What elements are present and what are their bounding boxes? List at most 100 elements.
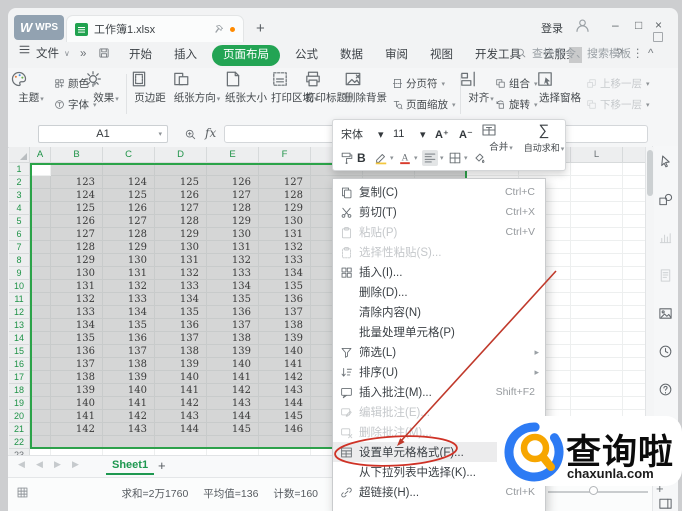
cell-F19[interactable]: 144 bbox=[259, 397, 311, 410]
pointer-icon[interactable] bbox=[658, 154, 673, 169]
theme-button[interactable]: 主题▾ bbox=[10, 70, 52, 120]
font-name-select[interactable]: 宋体 bbox=[341, 123, 363, 145]
cell-C11[interactable]: 133 bbox=[103, 293, 155, 306]
cell-D10[interactable]: 133 bbox=[155, 280, 207, 293]
login-button[interactable]: 登录 bbox=[541, 20, 563, 36]
cell-A16[interactable] bbox=[30, 358, 51, 371]
cell-A4[interactable] bbox=[30, 202, 51, 215]
cell-E13[interactable]: 137 bbox=[207, 319, 259, 332]
cell-L2[interactable] bbox=[571, 176, 623, 189]
cell-F12[interactable]: 137 bbox=[259, 306, 311, 319]
cell-M10[interactable] bbox=[623, 280, 645, 293]
menu-item-复制(C)[interactable]: 复制(C)Ctrl+C bbox=[333, 182, 545, 202]
cell-C5[interactable]: 127 bbox=[103, 215, 155, 228]
cell-D3[interactable]: 126 bbox=[155, 189, 207, 202]
menu-item-删除(D)...[interactable]: 删除(D)... bbox=[333, 282, 545, 302]
font-name-caret-icon[interactable]: ▾ bbox=[378, 123, 384, 145]
cell-E14[interactable]: 138 bbox=[207, 332, 259, 345]
cell-D16[interactable]: 139 bbox=[155, 358, 207, 371]
zoom-slider[interactable] bbox=[548, 491, 648, 493]
cell-E3[interactable]: 127 bbox=[207, 189, 259, 202]
shrink-font-button[interactable]: A⁻ bbox=[459, 123, 473, 145]
paper-size-button[interactable]: 纸张大小 bbox=[224, 70, 268, 120]
row-header-7[interactable]: 7 bbox=[9, 241, 30, 254]
cell-B8[interactable]: 129 bbox=[51, 254, 103, 267]
cell-A21[interactable] bbox=[30, 423, 51, 436]
font-color-icon[interactable]: A bbox=[397, 147, 413, 169]
page-scale-button[interactable]: 页面缩放▾ bbox=[392, 96, 456, 113]
cell-D12[interactable]: 135 bbox=[155, 306, 207, 319]
cell-B10[interactable]: 131 bbox=[51, 280, 103, 293]
cell-D19[interactable]: 142 bbox=[155, 397, 207, 410]
cell-D14[interactable]: 137 bbox=[155, 332, 207, 345]
cell-B21[interactable]: 142 bbox=[51, 423, 103, 436]
cell-D18[interactable]: 141 bbox=[155, 384, 207, 397]
menu-item-批量处理单元格(P)[interactable]: 批量处理单元格(P) bbox=[333, 322, 545, 342]
cell-C10[interactable]: 132 bbox=[103, 280, 155, 293]
menu-item-筛选(L)[interactable]: 筛选(L)▸ bbox=[333, 342, 545, 362]
row-header-19[interactable]: 19 bbox=[9, 397, 30, 410]
cell-C1[interactable] bbox=[103, 163, 155, 176]
autosum-button[interactable]: ∑ 自动求和▾ bbox=[523, 122, 565, 168]
cell-D5[interactable]: 128 bbox=[155, 215, 207, 228]
cell-M9[interactable] bbox=[623, 267, 645, 280]
cell-C23[interactable] bbox=[103, 449, 155, 455]
more-options-kebab-icon[interactable]: ⋮ bbox=[632, 42, 644, 66]
cell-F5[interactable]: 130 bbox=[259, 215, 311, 228]
cell-F22[interactable] bbox=[259, 436, 311, 449]
menu-item-排序(U)[interactable]: 排序(U)▸ bbox=[333, 362, 545, 382]
column-header-M[interactable]: M bbox=[623, 147, 645, 163]
cell-B2[interactable]: 123 bbox=[51, 176, 103, 189]
first-sheet-icon[interactable]: ◀ bbox=[18, 459, 32, 470]
cell-F14[interactable]: 139 bbox=[259, 332, 311, 345]
column-header-E[interactable]: E bbox=[207, 147, 259, 163]
cell-D1[interactable] bbox=[155, 163, 207, 176]
cell-D22[interactable] bbox=[155, 436, 207, 449]
cell-E2[interactable]: 126 bbox=[207, 176, 259, 189]
cell-C18[interactable]: 140 bbox=[103, 384, 155, 397]
cell-B16[interactable]: 137 bbox=[51, 358, 103, 371]
cell-L6[interactable] bbox=[571, 228, 623, 241]
cell-A11[interactable] bbox=[30, 293, 51, 306]
column-header-B[interactable]: B bbox=[51, 147, 103, 163]
cell-D2[interactable]: 125 bbox=[155, 176, 207, 189]
cell-B15[interactable]: 136 bbox=[51, 345, 103, 358]
zoom-formula-icon[interactable] bbox=[184, 128, 197, 141]
borders-caret-icon[interactable]: ▾ bbox=[464, 147, 468, 169]
cell-A2[interactable] bbox=[30, 176, 51, 189]
row-header-5[interactable]: 5 bbox=[9, 215, 30, 228]
cell-B12[interactable]: 133 bbox=[51, 306, 103, 319]
cell-E10[interactable]: 134 bbox=[207, 280, 259, 293]
cell-E9[interactable]: 133 bbox=[207, 267, 259, 280]
alignment-icon[interactable] bbox=[421, 147, 439, 169]
column-header-F[interactable]: F bbox=[259, 147, 311, 163]
cell-F15[interactable]: 140 bbox=[259, 345, 311, 358]
cell-A7[interactable] bbox=[30, 241, 51, 254]
cell-F20[interactable]: 145 bbox=[259, 410, 311, 423]
cell-D8[interactable]: 131 bbox=[155, 254, 207, 267]
cell-M11[interactable] bbox=[623, 293, 645, 306]
alignment-caret-icon[interactable]: ▾ bbox=[440, 147, 444, 169]
cell-F23[interactable] bbox=[259, 449, 311, 455]
row-header-8[interactable]: 8 bbox=[9, 254, 30, 267]
cell-B5[interactable]: 126 bbox=[51, 215, 103, 228]
merge-cells-button[interactable]: 合并▾ bbox=[481, 122, 521, 168]
cell-F13[interactable]: 138 bbox=[259, 319, 311, 332]
font-size-select[interactable]: 11 bbox=[393, 123, 404, 145]
cell-F18[interactable]: 143 bbox=[259, 384, 311, 397]
menu-item-插入批注(M)...[interactable]: 插入批注(M)...Shift+F2 bbox=[333, 382, 545, 402]
cell-L7[interactable] bbox=[571, 241, 623, 254]
cell-B13[interactable]: 134 bbox=[51, 319, 103, 332]
cell-L5[interactable] bbox=[571, 215, 623, 228]
cell-B20[interactable]: 141 bbox=[51, 410, 103, 423]
cell-F21[interactable]: 146 bbox=[259, 423, 311, 436]
cell-L1[interactable] bbox=[571, 163, 623, 176]
cell-D23[interactable] bbox=[155, 449, 207, 455]
cell-E4[interactable]: 128 bbox=[207, 202, 259, 215]
cell-M7[interactable] bbox=[623, 241, 645, 254]
hamburger-menu-icon[interactable] bbox=[18, 43, 31, 67]
row-header-9[interactable]: 9 bbox=[9, 267, 30, 280]
cell-B22[interactable] bbox=[51, 436, 103, 449]
cell-E22[interactable] bbox=[207, 436, 259, 449]
cell-E23[interactable] bbox=[207, 449, 259, 455]
